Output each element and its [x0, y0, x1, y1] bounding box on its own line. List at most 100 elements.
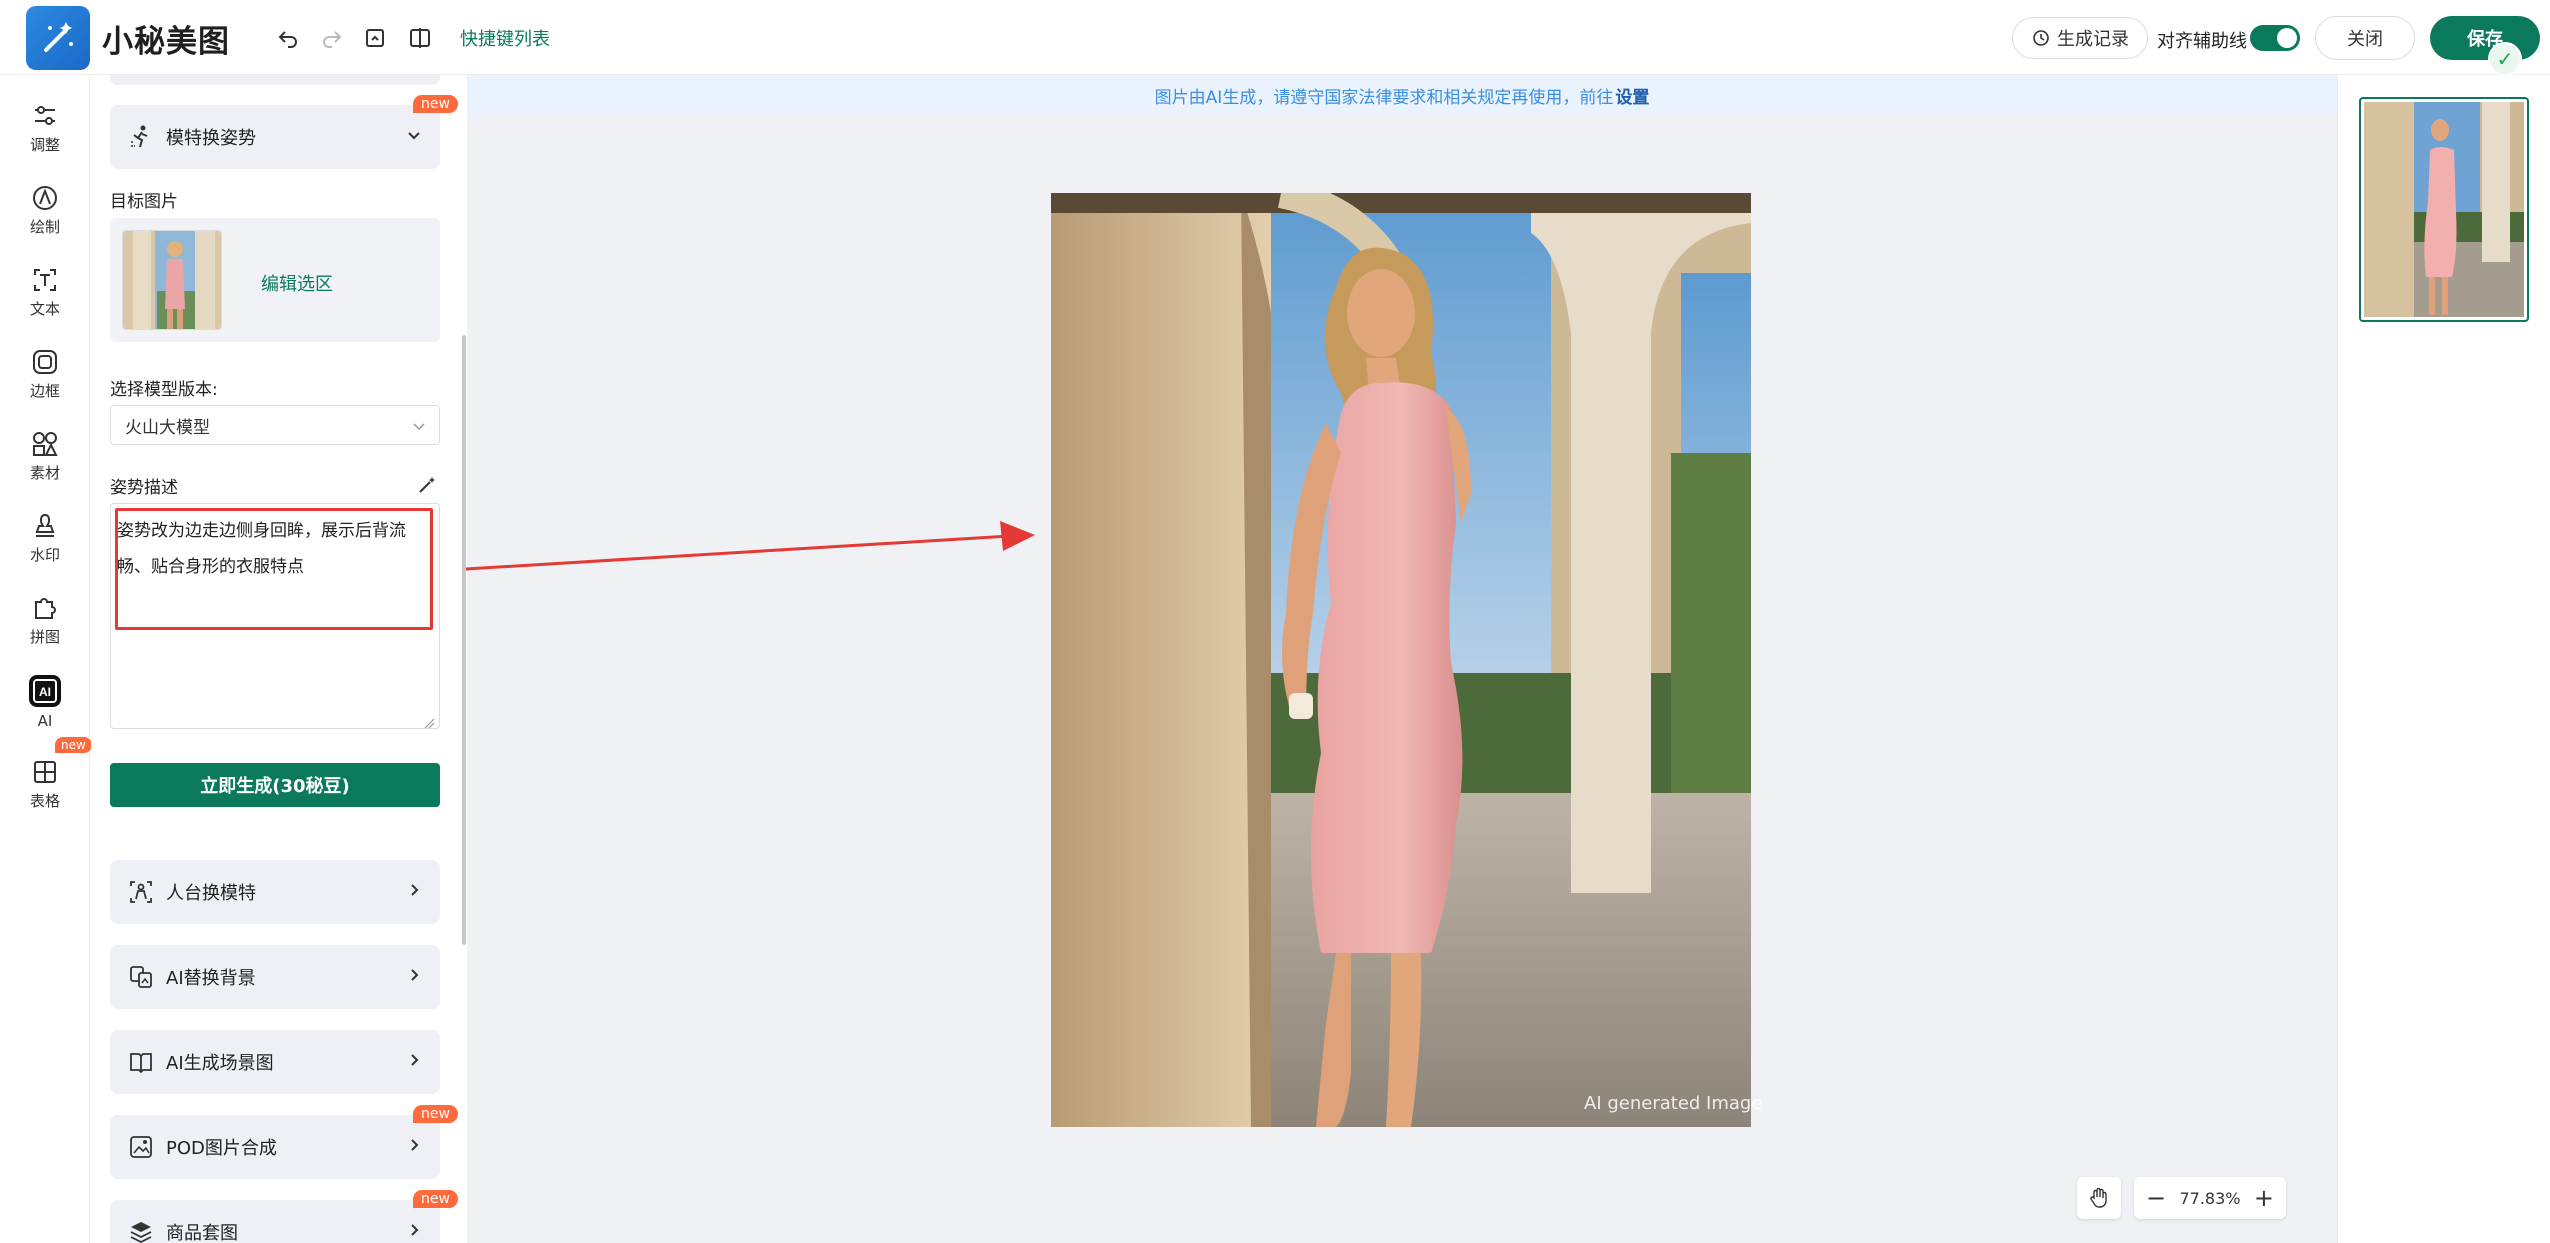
replace-image-icon[interactable]	[360, 22, 392, 54]
rail-item-label: 素材	[29, 463, 60, 482]
rail-item-label: 表格	[29, 791, 60, 810]
shortcut-list-link[interactable]: 快捷键列表	[460, 25, 550, 51]
chevron-right-icon	[411, 1224, 419, 1236]
rail-item-text[interactable]: 文本	[0, 257, 90, 327]
generate-button[interactable]: 立即生成(30秘豆)	[110, 763, 440, 807]
magic-wand-icon	[44, 22, 73, 52]
bg-replace-icon	[130, 966, 152, 988]
notice-text: 图片由AI生成，请遵守国家法律要求和相关规定再使用，前往	[1154, 87, 1614, 108]
app-title: 小秘美图	[102, 24, 230, 60]
history-button[interactable]: 生成记录	[2012, 17, 2148, 59]
layers-icon	[130, 1222, 152, 1243]
card-title: 商品套图	[166, 1223, 238, 1243]
rail-item-label: 边框	[29, 381, 60, 400]
model-version-value: 火山大模型	[125, 417, 210, 438]
rail-item-label: 调整	[29, 135, 60, 154]
chevron-right-icon	[411, 969, 419, 981]
rail-item-ai[interactable]: AI AI	[0, 667, 90, 737]
card-product-set[interactable]: 商品套图	[110, 1200, 440, 1243]
table-icon	[34, 760, 56, 783]
align-guides-toggle[interactable]	[2250, 25, 2300, 51]
tool-rail: 调整 绘制 文本 边框 素材 水印 拼图 AI AI new 表格	[0, 75, 92, 1243]
rail-item-material[interactable]: 素材	[0, 421, 90, 491]
hand-icon	[2090, 1187, 2107, 1208]
pose-new-badge: new	[413, 95, 458, 113]
chevron-down-icon	[413, 423, 425, 431]
shapes-icon	[33, 431, 58, 456]
mannequin-icon	[130, 881, 152, 903]
annotation-arrow	[465, 521, 1035, 571]
chevron-right-icon	[411, 1139, 419, 1151]
card-title: POD图片合成	[166, 1138, 277, 1159]
check-badge-icon: ✓	[2488, 42, 2522, 76]
frame-icon	[33, 349, 57, 374]
target-image-box: 编辑选区	[110, 218, 440, 342]
zoom-in-button[interactable]: +	[2254, 1186, 2274, 1210]
zoom-out-button[interactable]: −	[2146, 1186, 2166, 1210]
rail-item-table[interactable]: 表格	[0, 749, 90, 819]
card-ai-scene[interactable]: AI生成场景图	[110, 1030, 440, 1094]
rail-item-draw[interactable]: 绘制	[0, 175, 90, 245]
chevron-down-icon	[408, 132, 420, 140]
pose-card-title: 模特换姿势	[166, 128, 256, 149]
pod-new-badge: new	[413, 1105, 458, 1123]
top-bar: 小秘美图 快捷键列表 生成记录 对齐辅助线 关闭 保存 ✓	[0, 0, 2550, 76]
rail-item-collage[interactable]: 拼图	[0, 585, 90, 655]
pen-circle-icon	[33, 185, 57, 210]
stamp-icon	[35, 513, 55, 537]
redo-icon[interactable]	[316, 22, 348, 54]
svg-text:AI: AI	[39, 685, 51, 699]
rail-item-frame[interactable]: 边框	[0, 339, 90, 409]
chevron-right-icon	[411, 1054, 419, 1066]
target-thumbnail[interactable]	[122, 230, 222, 330]
resize-handle-icon[interactable]	[423, 717, 435, 729]
hand-tool-button[interactable]	[2077, 1177, 2121, 1219]
edit-selection-link[interactable]: 编辑选区	[261, 270, 333, 296]
generated-photo[interactable]	[1051, 193, 1751, 1127]
puzzle-icon	[35, 597, 56, 619]
zoom-level: 77.83%	[2179, 1188, 2241, 1208]
pose-icon	[131, 125, 148, 148]
page-thumbnail[interactable]	[2359, 97, 2529, 322]
rail-item-adjust[interactable]: 调整	[0, 93, 90, 163]
align-guides-label: 对齐辅助线	[2157, 31, 2247, 52]
annotation-highlight-box	[115, 508, 433, 630]
card-pod-compose[interactable]: POD图片合成	[110, 1115, 440, 1179]
zoom-control: − 77.83% +	[2134, 1177, 2286, 1219]
model-version-label: 选择模型版本:	[110, 380, 218, 400]
pose-description-label: 姿势描述	[110, 478, 178, 498]
prev-card-edge	[110, 75, 440, 85]
magic-wand-icon[interactable]	[417, 475, 437, 495]
close-button[interactable]: 关闭	[2315, 16, 2415, 60]
rail-item-watermark[interactable]: 水印	[0, 503, 90, 573]
history-label: 生成记录	[2057, 29, 2129, 50]
card-ai-background[interactable]: AI替换背景	[110, 945, 440, 1009]
rail-item-label: 文本	[29, 299, 60, 318]
rail-item-label: 水印	[29, 545, 60, 564]
photo-illustration	[1051, 193, 1751, 1127]
pose-change-card[interactable]: 模特换姿势	[110, 105, 440, 169]
card-title: AI替换背景	[166, 968, 256, 989]
card-title: 人台换模特	[166, 883, 256, 904]
sliders-icon	[35, 105, 55, 125]
ai-generated-watermark: AI generated Image	[1584, 1093, 1763, 1114]
undo-icon[interactable]	[272, 22, 304, 54]
rail-item-label: 绘制	[29, 217, 60, 236]
rail-item-label: 拼图	[29, 627, 60, 646]
scene-icon	[130, 1053, 152, 1074]
product-set-new-badge: new	[413, 1190, 458, 1208]
chevron-right-icon	[411, 884, 419, 896]
ai-icon: AI	[29, 675, 61, 707]
ai-notice-bar: 图片由AI生成，请遵守国家法律要求和相关规定再使用，前往 设置	[467, 75, 2337, 115]
panel-scrollbar[interactable]	[462, 335, 466, 945]
card-title: AI生成场景图	[166, 1053, 274, 1074]
save-button[interactable]: 保存	[2430, 16, 2540, 60]
ai-tools-panel: 模特换姿势 new 目标图片 编辑选区 选择模型版本: 火山大模型 姿势描述 姿…	[91, 75, 466, 1243]
target-image-label: 目标图片	[110, 192, 178, 212]
card-mannequin-model[interactable]: 人台换模特	[110, 860, 440, 924]
history-icon	[2033, 30, 2049, 46]
model-version-select[interactable]: 火山大模型	[110, 405, 440, 445]
notice-settings-link[interactable]: 设置	[1615, 83, 1649, 108]
compare-icon[interactable]	[404, 22, 436, 54]
text-icon	[34, 268, 56, 291]
